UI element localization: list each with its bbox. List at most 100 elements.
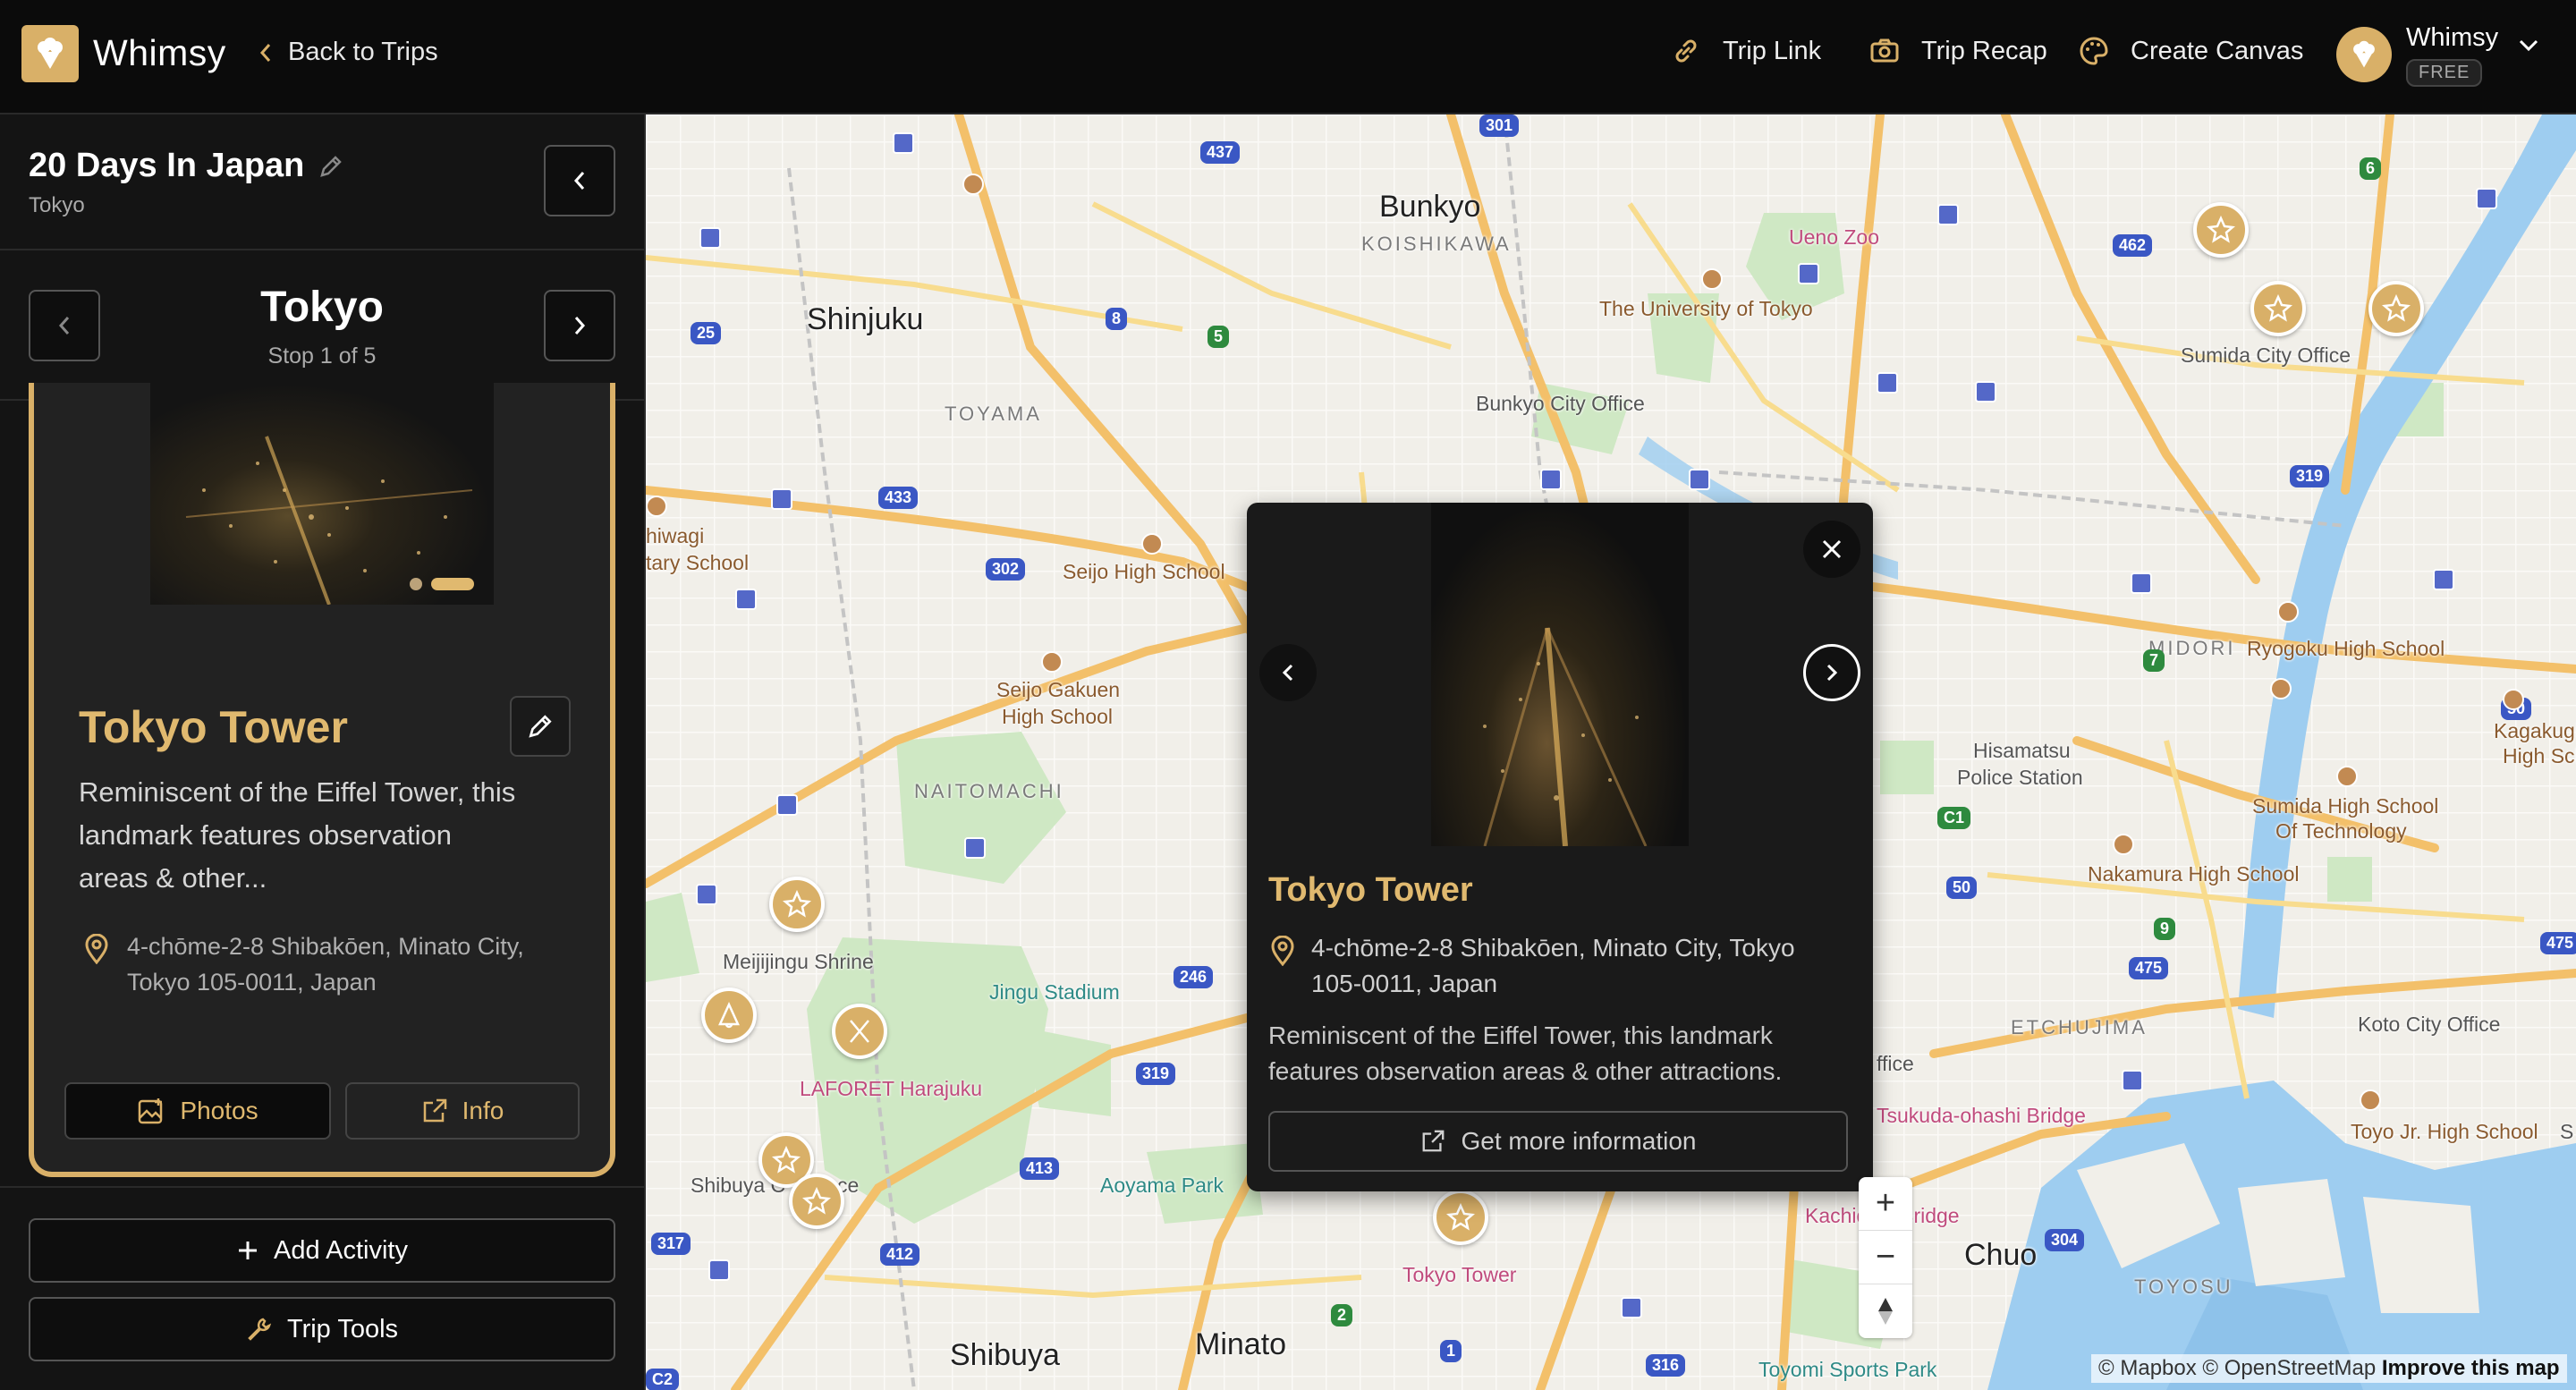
chevron-right-icon: [1826, 664, 1837, 682]
popup-address: 4-chōme-2-8 Shibakōen, Minato City, Toky…: [1311, 934, 1795, 997]
photos-button[interactable]: Photos: [64, 1082, 331, 1140]
map-poi[interactable]: [1041, 651, 1063, 673]
map-transit-stop[interactable]: [1877, 372, 1898, 394]
zoom-in-button[interactable]: +: [1859, 1177, 1912, 1231]
map-label-kagakugi: Kagakugi: [2494, 719, 2576, 742]
map-poi[interactable]: [646, 496, 667, 517]
map-poi[interactable]: [2360, 1089, 2381, 1111]
map-transit-stop[interactable]: [1689, 469, 1710, 490]
map-transit-stop[interactable]: [708, 1259, 730, 1281]
map-transit-stop[interactable]: [1798, 263, 1819, 284]
map-view[interactable]: Bunkyo KOISHIKAWA Shinjuku Ueno Zoo The …: [646, 114, 2576, 1390]
star-icon: [1446, 1203, 1475, 1231]
map-transit-stop[interactable]: [1937, 204, 1959, 225]
popup-photo[interactable]: [1431, 503, 1689, 846]
activity-address: 4-chōme-2-8 Shibakōen, Minato City, Toky…: [127, 933, 524, 996]
activity-marker-tokyo-tower[interactable]: [1433, 1190, 1488, 1245]
route-shield: 412: [880, 1243, 920, 1266]
map-transit-stop[interactable]: [699, 227, 721, 249]
map-pin-icon: [1271, 936, 1294, 966]
chevron-left-icon: [259, 43, 271, 62]
bell-icon: [718, 1001, 740, 1029]
map-poi[interactable]: [2277, 601, 2299, 623]
trip-title: 20 Days In Japan: [29, 147, 343, 185]
activity-marker-star[interactable]: [2250, 281, 2306, 336]
create-canvas-button[interactable]: Create Canvas: [2079, 36, 2303, 66]
popup-next-photo-button[interactable]: [1803, 644, 1860, 701]
activity-marker-restaurant[interactable]: [832, 1004, 887, 1059]
zoom-out-button[interactable]: −: [1859, 1231, 1912, 1284]
activity-card[interactable]: Tokyo Tower Reminiscent of the Eiffel To…: [29, 383, 615, 1177]
route-shield: 8: [1106, 308, 1128, 330]
trip-tools-button[interactable]: Trip Tools: [29, 1297, 615, 1361]
pencil-icon[interactable]: [318, 154, 343, 179]
compass-button[interactable]: [1859, 1284, 1912, 1338]
back-to-trips-link[interactable]: Back to Trips: [259, 38, 438, 67]
activity-marker-star[interactable]: [2193, 202, 2249, 258]
map-poi[interactable]: [1701, 268, 1723, 290]
trip-recap-label: Trip Recap: [1921, 36, 2047, 65]
info-button[interactable]: Info: [345, 1082, 580, 1140]
map-transit-stop[interactable]: [2122, 1070, 2143, 1091]
map-label-sumida-high: Sumida High School: [2252, 794, 2439, 818]
map-label-police-station: Police Station: [1957, 766, 2083, 789]
map-poi[interactable]: [1141, 533, 1163, 555]
map-transit-stop[interactable]: [2131, 572, 2152, 594]
map-poi[interactable]: [2503, 689, 2524, 710]
activity-photo[interactable]: [150, 383, 494, 605]
add-activity-button[interactable]: Add Activity: [29, 1218, 615, 1283]
activity-marker-star[interactable]: [2368, 281, 2424, 336]
route-shield: 25: [691, 322, 722, 344]
image-add-icon: [139, 1098, 163, 1124]
map-label-tary-school: tary School: [646, 551, 750, 574]
map-label-university-of-tokyo: The University of Tokyo: [1599, 297, 1813, 320]
map-label-jingu-stadium: Jingu Stadium: [989, 980, 1120, 1004]
carousel-dot[interactable]: [410, 578, 422, 590]
activity-marker-star[interactable]: [769, 877, 825, 932]
popup-previous-photo-button[interactable]: [1259, 644, 1317, 701]
map-zoom-controls: + −: [1859, 1177, 1912, 1338]
map-transit-stop[interactable]: [735, 589, 757, 610]
map-transit-stop[interactable]: [964, 837, 986, 859]
map-transit-stop[interactable]: [771, 488, 792, 510]
map-transit-stop[interactable]: [696, 884, 717, 905]
route-shield: 246: [1174, 966, 1214, 988]
trip-recap-button[interactable]: Trip Recap: [1869, 36, 2047, 66]
star-icon: [2264, 294, 2292, 322]
map-transit-stop[interactable]: [893, 132, 914, 154]
trip-link-button[interactable]: Trip Link: [1671, 36, 1821, 66]
whimsy-logo[interactable]: [21, 25, 79, 82]
map-attribution-text[interactable]: © Mapbox © OpenStreetMap: [2098, 1356, 2376, 1380]
map-transit-stop[interactable]: [2433, 569, 2454, 590]
improve-map-link[interactable]: Improve this map: [2382, 1356, 2560, 1380]
map-poi[interactable]: [2113, 834, 2134, 855]
map-poi[interactable]: [2270, 678, 2292, 699]
next-stop-button[interactable]: [544, 290, 615, 361]
collapse-sidebar-button[interactable]: [544, 145, 615, 216]
user-avatar[interactable]: [2336, 27, 2392, 82]
map-poi[interactable]: [962, 174, 984, 195]
map-transit-stop[interactable]: [2476, 188, 2497, 209]
photos-label: Photos: [180, 1097, 258, 1124]
get-more-information-button[interactable]: Get more information: [1268, 1111, 1848, 1172]
map-poi[interactable]: [2336, 766, 2358, 787]
activity-marker-star[interactable]: [789, 1174, 844, 1229]
map-label-ueno-zoo: Ueno Zoo: [1789, 225, 1880, 249]
map-transit-stop[interactable]: [1975, 381, 1996, 403]
chevron-right-icon: [574, 317, 586, 335]
activity-marker-bell[interactable]: [701, 987, 757, 1043]
edit-activity-button[interactable]: [510, 696, 571, 757]
map-transit-stop[interactable]: [776, 794, 798, 816]
user-menu-toggle[interactable]: [2519, 39, 2538, 56]
map-label-hisamatsu: Hisamatsu: [1973, 739, 2071, 762]
map-transit-stop[interactable]: [1540, 469, 1562, 490]
trip-subtitle: Tokyo: [29, 193, 85, 217]
map-label-toyo-jr: Toyo Jr. High School: [2351, 1120, 2538, 1143]
map-transit-stop[interactable]: [1621, 1297, 1642, 1318]
external-link-icon: [1422, 1130, 1444, 1152]
carousel-dot-active[interactable]: [431, 578, 474, 590]
popup-close-button[interactable]: [1803, 521, 1860, 578]
ice-cream-logo-icon: [38, 38, 63, 69]
star-icon: [2207, 216, 2235, 243]
photo-carousel-dots: [410, 578, 474, 590]
